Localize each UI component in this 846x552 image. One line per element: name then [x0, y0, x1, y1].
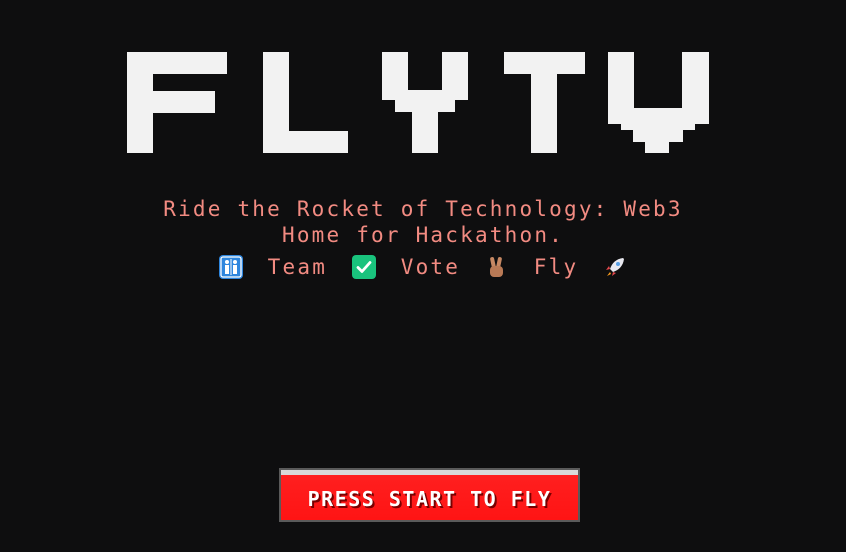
- tagline: Ride the Rocket of Technology: Web3 Home…: [0, 196, 846, 248]
- tagline-line-1: Ride the Rocket of Technology: Web3: [163, 197, 683, 221]
- tagline-line-2: Home for Hackathon.: [281, 223, 565, 247]
- logo-pixel-letters: [127, 52, 709, 153]
- check-box-icon: [351, 255, 376, 279]
- victory-hand-icon: [485, 255, 509, 279]
- people-icon: [218, 255, 243, 279]
- feature-vote-label: Vote: [400, 255, 461, 279]
- press-start-button[interactable]: PRESS START TO FLY: [279, 468, 580, 522]
- features-row: Team Vote Fly: [0, 251, 846, 282]
- flytv-logo: [127, 52, 709, 153]
- feature-fly-label: Fly: [533, 255, 579, 279]
- feature-team-label: Team: [267, 255, 328, 279]
- rocket-icon: [603, 255, 627, 279]
